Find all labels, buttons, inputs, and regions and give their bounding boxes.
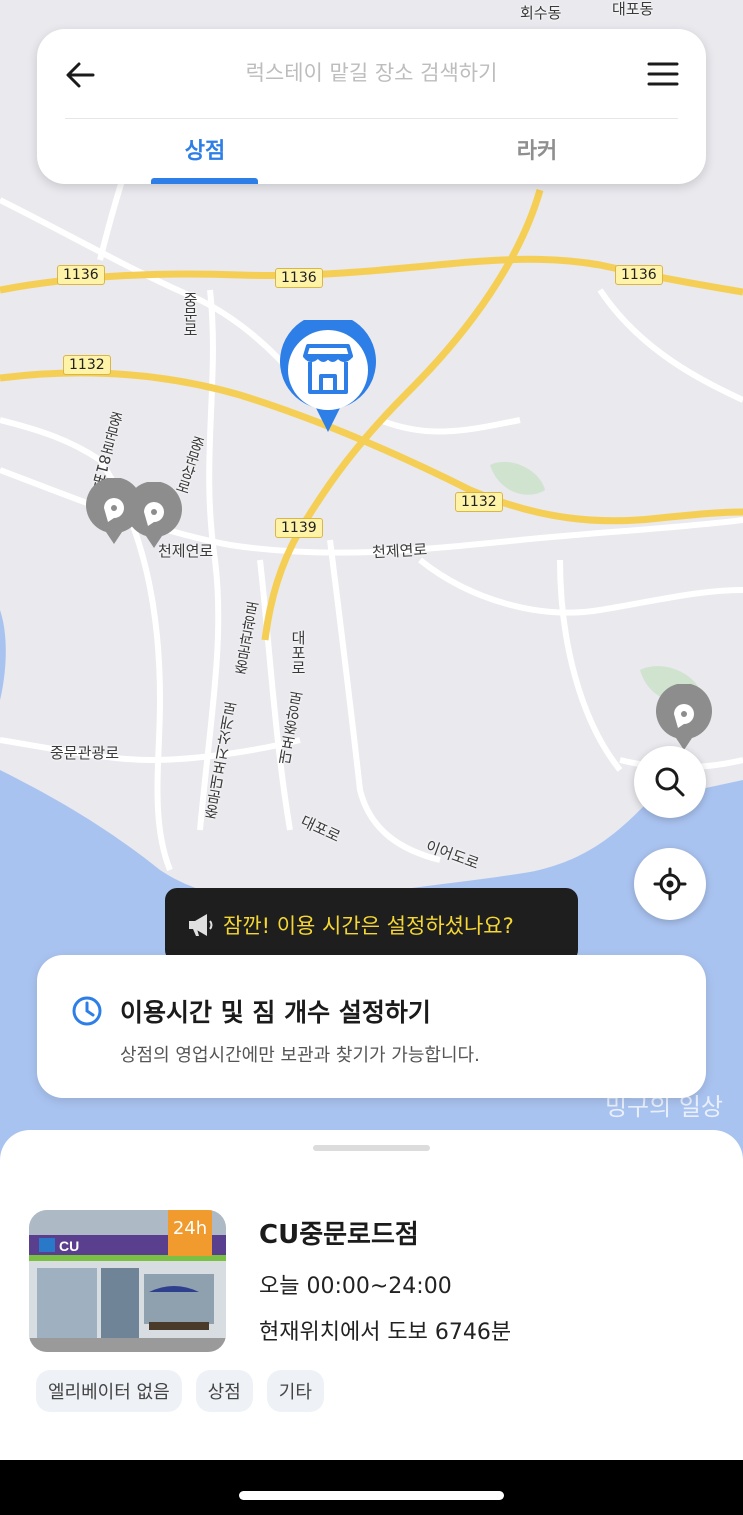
locker-map-pin[interactable] [654, 684, 714, 754]
open-24h-badge: 24h [168, 1210, 212, 1256]
search-header-card: 럭스테이 맡길 장소 검색하기 상점 라커 [37, 29, 706, 184]
my-location-button[interactable] [634, 848, 706, 920]
header-divider [65, 118, 678, 119]
time-luggage-settings-card[interactable]: 이용시간 및 짐 개수 설정하기 상점의 영업시간에만 보관과 찾기가 가능합니… [37, 955, 706, 1098]
map-label: 대포동 [612, 0, 654, 18]
store-tags: 엘리베이터 없음 상점 기타 [36, 1370, 324, 1412]
megaphone-icon [189, 914, 213, 936]
tab-store[interactable]: 상점 [105, 133, 305, 165]
sheet-drag-handle[interactable] [313, 1145, 430, 1151]
hamburger-menu-icon[interactable] [646, 59, 680, 89]
search-icon [655, 767, 685, 797]
store-photo[interactable]: CU 24h [29, 1210, 226, 1352]
map-label: 대포로 [289, 630, 307, 675]
route-sign: 1136 [57, 265, 105, 285]
search-input[interactable]: 럭스테이 맡길 장소 검색하기 [127, 57, 616, 87]
route-sign: 1136 [275, 268, 323, 288]
map-label: 중문로 [181, 292, 199, 337]
route-sign: 1139 [275, 518, 323, 538]
svg-text:CU: CU [59, 1238, 79, 1254]
store-hours: 오늘 00:00~24:00 [259, 1274, 452, 1299]
map-label: 회수동 [520, 4, 562, 22]
active-tab-indicator [151, 178, 258, 184]
time-card-subtitle: 상점의 영업시간에만 보관과 찾기가 가능합니다. [120, 1045, 480, 1066]
tab-locker[interactable]: 라커 [437, 133, 637, 165]
route-sign: 1132 [63, 355, 111, 375]
clock-icon [72, 996, 102, 1026]
map-label: 중문관광로 [50, 744, 120, 762]
search-map-button[interactable] [634, 746, 706, 818]
back-arrow-icon[interactable] [63, 57, 99, 93]
crosshair-location-icon [653, 867, 687, 901]
store-name[interactable]: CU중문로드점 [259, 1214, 419, 1251]
reminder-tooltip: 잠깐! 이용 시간은 설정하셨나요? [165, 888, 578, 974]
tooltip-text: 잠깐! 이용 시간은 설정하셨나요? [223, 914, 514, 938]
home-indicator[interactable] [239, 1491, 504, 1500]
store-bottom-sheet: CU 24h CU중문로드점 오늘 00:00~24:00 현재위치에서 도보 … [0, 1130, 743, 1460]
store-map-pin[interactable] [278, 320, 378, 435]
map-label: 천제연로 [371, 540, 428, 562]
tag-chip: 기타 [266, 1370, 324, 1412]
tag-chip: 상점 [195, 1370, 253, 1412]
time-card-title: 이용시간 및 짐 개수 설정하기 [120, 998, 431, 1027]
tag-chip: 엘리베이터 없음 [36, 1370, 182, 1412]
store-distance: 현재위치에서 도보 6746분 [259, 1320, 512, 1345]
route-sign: 1136 [615, 265, 663, 285]
locker-map-pin[interactable] [124, 482, 184, 552]
route-sign: 1132 [455, 492, 503, 512]
